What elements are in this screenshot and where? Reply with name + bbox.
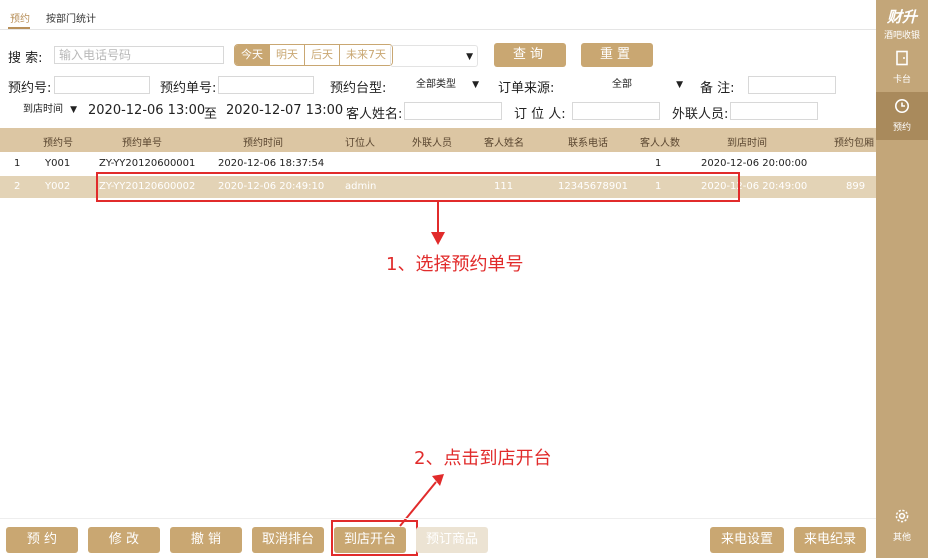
annotation-highlight-row (96, 172, 740, 202)
segment-next-7-days[interactable]: 未来7天 (340, 45, 392, 65)
guest-name-label: 客人姓名: (346, 107, 403, 122)
door-icon (876, 44, 928, 66)
reservation-no-input[interactable] (54, 76, 150, 94)
cell-reservation-no: Y001 (45, 158, 71, 169)
chevron-down-icon: ▼ (70, 105, 77, 115)
table-type-value: 全部类型 (416, 79, 456, 90)
col-external[interactable]: 外联人员 (412, 134, 452, 149)
call-settings-button[interactable]: 来电设置 (710, 527, 784, 553)
tab-department-stats[interactable]: 按部门统计 (46, 10, 96, 25)
end-time-input[interactable]: 2020-12-07 13:00 (226, 103, 343, 118)
annotation-arrow-down-icon (431, 200, 445, 245)
cell-reserve-time: 2020-12-06 18:37:54 (218, 158, 325, 169)
query-button[interactable]: 查询 (494, 43, 566, 67)
cancel-table-button[interactable]: 取消排台 (252, 527, 324, 553)
reserve-button[interactable]: 预 约 (6, 527, 78, 553)
cell-arrive-time: 2020-12-06 20:00:00 (701, 158, 808, 169)
call-log-button[interactable]: 来电纪录 (794, 527, 866, 553)
cell-guest-count: 1 (655, 158, 662, 169)
time-type-value: 到店时间 (23, 104, 63, 115)
segment-tomorrow[interactable]: 明天 (270, 45, 305, 65)
col-reserve-time[interactable]: 预约时间 (243, 134, 283, 149)
col-phone[interactable]: 联系电话 (568, 134, 608, 149)
arrive-open-table-button[interactable]: 到店开台 (334, 527, 406, 553)
cell-reservation-no: Y002 (45, 181, 71, 192)
col-guest-name[interactable]: 客人姓名 (484, 134, 524, 149)
preorder-goods-button[interactable]: 预订商品 (416, 527, 488, 553)
guest-name-input[interactable] (404, 102, 502, 120)
brand-subtitle: 酒吧收银 (883, 31, 920, 41)
revoke-button[interactable]: 撤 销 (170, 527, 242, 553)
annotation-step-2: 2、点击到店开台 (414, 448, 552, 469)
cell-room: 899 (846, 181, 866, 192)
col-guest-count[interactable]: 客人人数 (640, 134, 680, 149)
col-arrive-time[interactable]: 到店时间 (727, 134, 767, 149)
clock-icon (876, 92, 928, 114)
row-index: 1 (14, 158, 21, 169)
table-type-select[interactable]: 全部类型 ▼ (388, 76, 484, 94)
order-no-input[interactable] (218, 76, 314, 94)
segment-day-after[interactable]: 后天 (305, 45, 340, 65)
row-index: 2 (14, 181, 21, 192)
segment-today[interactable]: 今天 (235, 45, 270, 65)
divider (0, 518, 876, 519)
sidebar: 财升 酒吧收银 卡台 预约 其他 (876, 0, 928, 558)
remark-label: 备 注: (700, 81, 735, 96)
col-room[interactable]: 预约包厢 (834, 134, 874, 149)
start-time-input[interactable]: 2020-12-06 13:00 (88, 103, 205, 118)
phone-search-input[interactable]: 输入电话号码 (54, 46, 224, 64)
modify-button[interactable]: 修 改 (88, 527, 160, 553)
reset-button[interactable]: 重置 (581, 43, 653, 67)
col-booker[interactable]: 订位人 (345, 134, 375, 149)
active-tab-indicator (8, 27, 30, 29)
external-staff-label: 外联人员: (672, 107, 729, 122)
brand-title: 财升 (886, 8, 917, 26)
sidebar-item-label: 预约 (892, 123, 911, 133)
gear-icon (876, 502, 928, 524)
sidebar-item-tables[interactable]: 卡台 (876, 44, 928, 92)
date-segment-control: 今天 明天 后天 未来7天 (234, 44, 393, 66)
reservation-no-label: 预约号: (8, 81, 52, 96)
col-order-no[interactable]: 预约单号 (122, 134, 162, 149)
tab-reservation[interactable]: 预约 (10, 10, 30, 25)
time-type-select[interactable]: 到店时间 ▼ (8, 101, 82, 119)
table-header: 预约号 预约单号 预约时间 订位人 外联人员 客人姓名 联系电话 客人人数 到店… (0, 128, 876, 152)
brand-logo: 财升 酒吧收银 (876, 6, 928, 41)
search-label: 搜 索: (8, 51, 43, 66)
chevron-down-icon: ▼ (472, 80, 479, 90)
external-staff-input[interactable] (730, 102, 818, 120)
booker-input[interactable] (572, 102, 660, 120)
annotation-step-1: 1、选择预约单号 (386, 254, 524, 275)
extra-select[interactable]: ▼ (390, 45, 478, 67)
source-label: 订单来源: (498, 81, 555, 96)
tab-bar: 预约 按部门统计 (0, 0, 876, 30)
chevron-down-icon: ▼ (466, 52, 473, 62)
sidebar-item-other[interactable]: 其他 (876, 502, 928, 550)
booker-label: 订 位 人: (514, 107, 566, 122)
cell-order-no: ZY-YY20120600001 (99, 158, 196, 169)
remark-input[interactable] (748, 76, 836, 94)
sidebar-item-label: 卡台 (892, 75, 911, 85)
table-type-label: 预约台型: (330, 81, 387, 96)
source-select[interactable]: 全部 ▼ (556, 76, 688, 94)
to-label: 至 (204, 107, 218, 122)
col-reservation-no[interactable]: 预约号 (43, 134, 73, 149)
sidebar-item-label: 其他 (892, 533, 911, 543)
order-no-label: 预约单号: (160, 81, 217, 96)
chevron-down-icon: ▼ (676, 80, 683, 90)
sidebar-item-reservation[interactable]: 预约 (876, 92, 928, 140)
source-value: 全部 (612, 79, 632, 90)
